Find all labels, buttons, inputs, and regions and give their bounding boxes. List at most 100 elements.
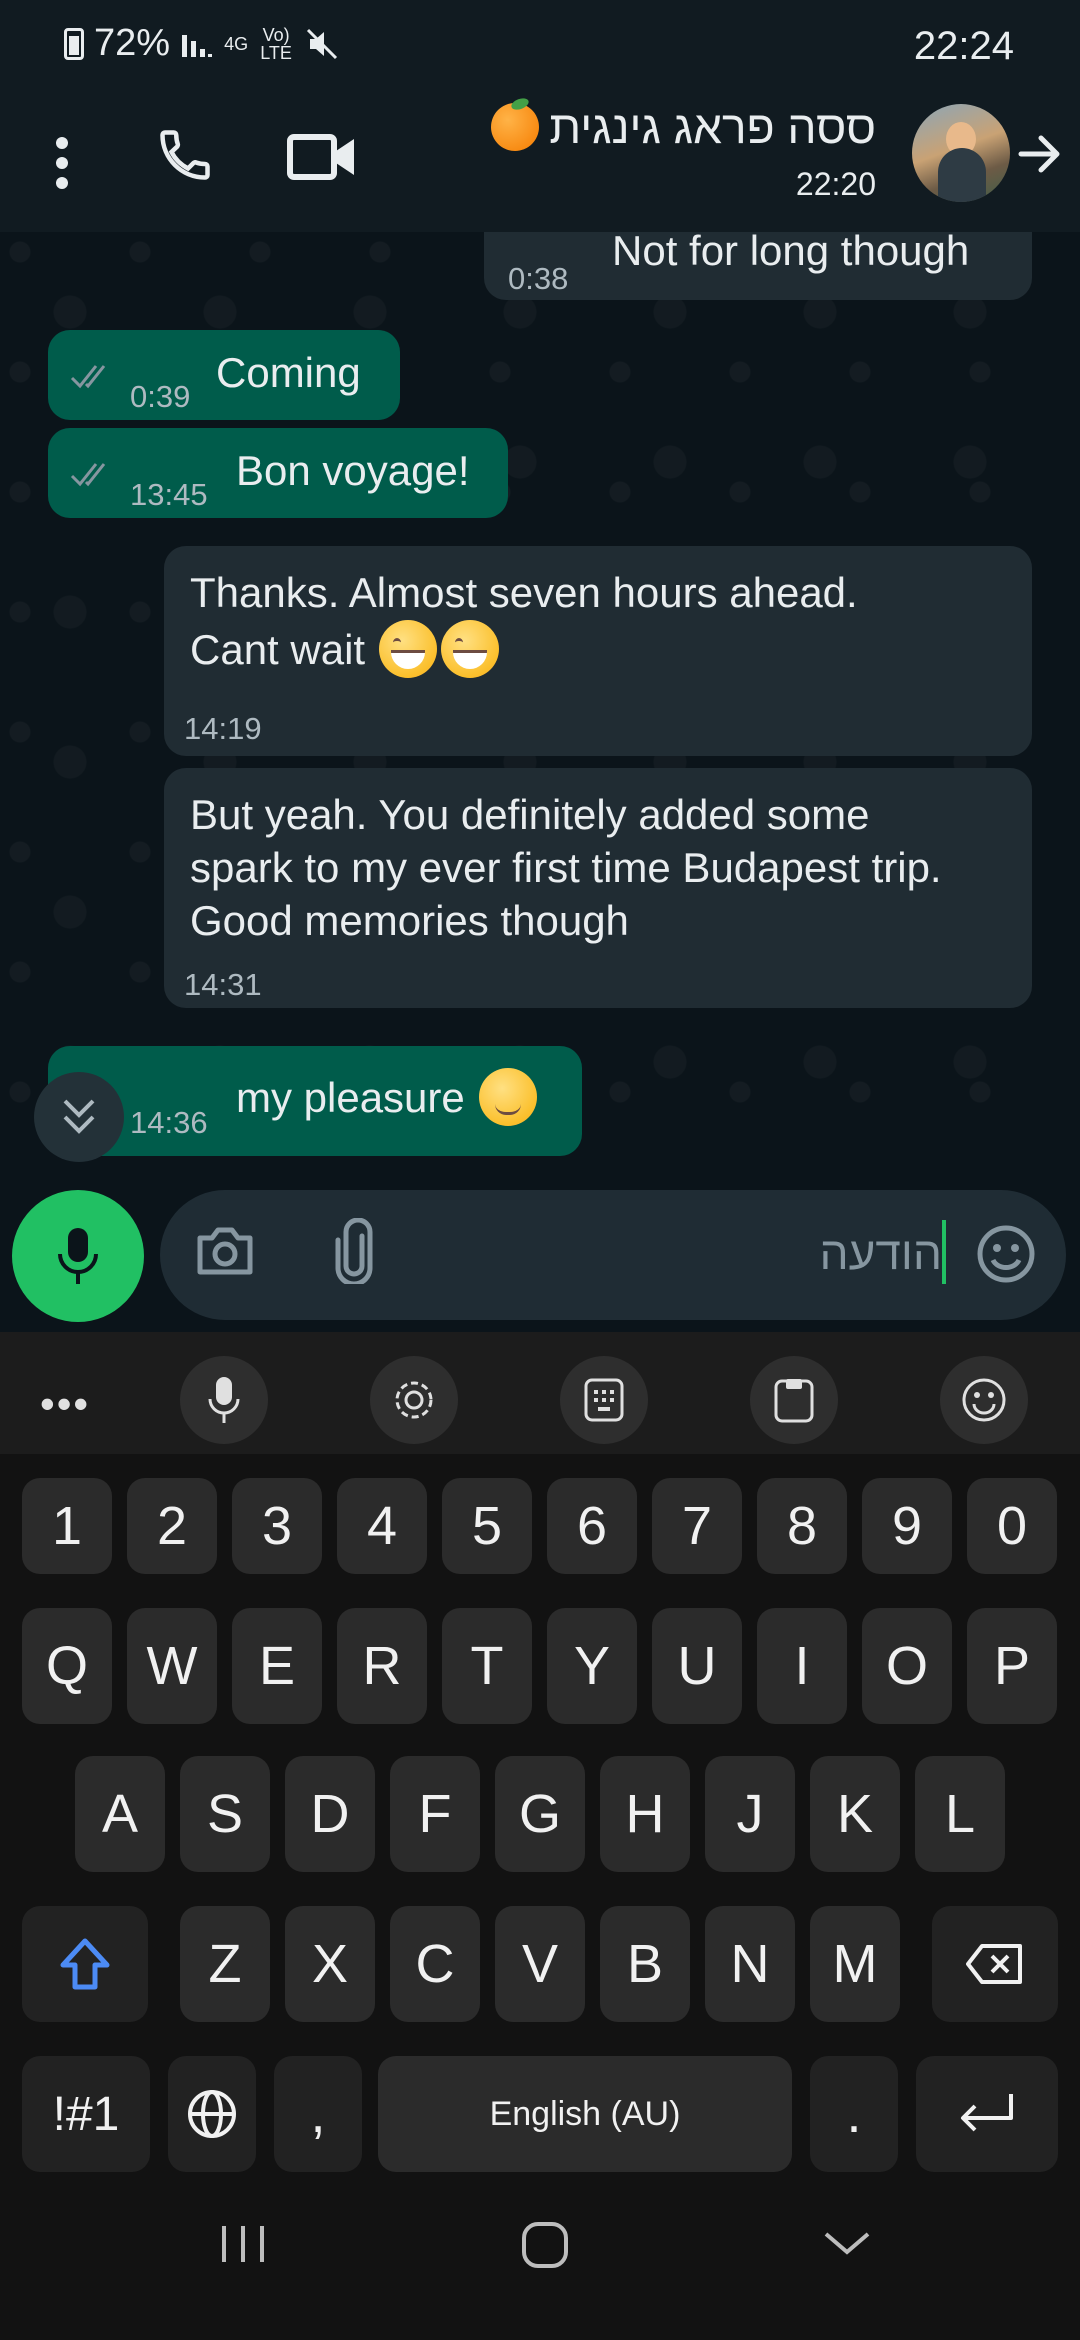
- keyboard-settings-button[interactable]: [370, 1356, 458, 1444]
- shift-arrow-icon: [60, 1938, 110, 1990]
- enter-arrow-icon: [961, 2094, 1013, 2132]
- keyboard-voice-input-button[interactable]: [180, 1356, 268, 1444]
- message-bubble-outgoing[interactable]: 0:39 Coming: [48, 330, 400, 420]
- key-r[interactable]: R: [337, 1608, 427, 1724]
- double-check-icon: [70, 463, 106, 487]
- backspace-icon: [966, 1944, 1022, 1984]
- message-time: 0:39: [130, 379, 191, 414]
- symbols-key[interactable]: !#1: [22, 2056, 150, 2172]
- key-b[interactable]: B: [600, 1906, 690, 2022]
- key-o[interactable]: O: [862, 1608, 952, 1724]
- message-text-line: spark to my ever first time Budapest tri…: [190, 844, 942, 891]
- emoji-icon[interactable]: [976, 1224, 1036, 1289]
- message-text: Bon voyage!: [236, 447, 470, 494]
- chat-area[interactable]: 0:38 Not for long though 0:39 Coming 13:…: [0, 232, 1080, 1190]
- chat-header: ססה פראג גינגית 22:20: [0, 96, 1080, 232]
- key-k[interactable]: K: [810, 1756, 900, 1872]
- key-x[interactable]: X: [285, 1906, 375, 2022]
- message-time: 14:19: [184, 711, 262, 746]
- back-chevron-icon[interactable]: [814, 2212, 880, 2281]
- battery-percent: 72%: [94, 22, 171, 64]
- key-j[interactable]: J: [705, 1756, 795, 1872]
- key-g[interactable]: G: [495, 1756, 585, 1872]
- clipboard-button[interactable]: [750, 1356, 838, 1444]
- message-bubble-incoming[interactable]: But yeah. You definitely added some spar…: [164, 768, 1032, 1008]
- message-text: my pleasure: [236, 1073, 465, 1121]
- voice-record-button[interactable]: [12, 1190, 144, 1322]
- camera-icon[interactable]: [194, 1224, 256, 1283]
- key-f[interactable]: F: [390, 1756, 480, 1872]
- message-time: 13:45: [130, 477, 208, 512]
- key-z[interactable]: Z: [180, 1906, 270, 2022]
- back-arrow-icon[interactable]: [1012, 124, 1068, 184]
- status-bar: 72% 4G Vo) LTE 22:24: [0, 0, 1080, 96]
- key-l[interactable]: L: [915, 1756, 1005, 1872]
- key-c[interactable]: C: [390, 1906, 480, 2022]
- status-left: 72% 4G Vo) LTE: [64, 22, 340, 65]
- key-q[interactable]: Q: [22, 1608, 112, 1724]
- key-y[interactable]: Y: [547, 1608, 637, 1724]
- key-e[interactable]: E: [232, 1608, 322, 1724]
- message-bubble-incoming[interactable]: Thanks. Almost seven hours ahead. Cant w…: [164, 546, 1032, 756]
- voice-call-icon[interactable]: [150, 120, 220, 190]
- key-u[interactable]: U: [652, 1608, 742, 1724]
- key-1[interactable]: 1: [22, 1478, 112, 1574]
- message-bubble-incoming[interactable]: 0:38 Not for long though: [484, 232, 1032, 300]
- key-2[interactable]: 2: [127, 1478, 217, 1574]
- key-d[interactable]: D: [285, 1756, 375, 1872]
- comma-key[interactable]: ,: [274, 2056, 362, 2172]
- backspace-key[interactable]: [932, 1906, 1058, 2022]
- keyboard-emoji-button[interactable]: [940, 1356, 1028, 1444]
- recents-icon[interactable]: [210, 2212, 276, 2281]
- key-4[interactable]: 4: [337, 1478, 427, 1574]
- key-w[interactable]: W: [127, 1608, 217, 1724]
- more-options-icon[interactable]: [40, 130, 84, 196]
- microphone-icon: [208, 1377, 240, 1423]
- key-m[interactable]: M: [810, 1906, 900, 2022]
- key-s[interactable]: S: [180, 1756, 270, 1872]
- period-key[interactable]: .: [810, 2056, 898, 2172]
- key-8[interactable]: 8: [757, 1478, 847, 1574]
- key-0[interactable]: 0: [967, 1478, 1057, 1574]
- emoji-icon: [962, 1378, 1006, 1422]
- avatar[interactable]: [912, 104, 1010, 202]
- message-bubble-outgoing[interactable]: 13:45 Bon voyage!: [48, 428, 508, 518]
- contact-name[interactable]: ססה פראג גינגית: [491, 100, 876, 154]
- message-time: 0:38: [508, 261, 569, 296]
- keyboard: 1 2 3 4 5 6 7 8 9 0 Q W E R T Y U I O P …: [0, 1454, 1080, 2172]
- keyboard-layout-button[interactable]: [560, 1356, 648, 1444]
- home-icon[interactable]: [512, 2212, 578, 2281]
- video-call-icon[interactable]: [284, 122, 360, 192]
- microphone-icon: [58, 1228, 98, 1284]
- key-7[interactable]: 7: [652, 1478, 742, 1574]
- key-h[interactable]: H: [600, 1756, 690, 1872]
- shift-key[interactable]: [22, 1906, 148, 2022]
- enter-key[interactable]: [916, 2056, 1058, 2172]
- message-time: 14:31: [184, 967, 262, 1002]
- key-p[interactable]: P: [967, 1608, 1057, 1724]
- status-time: 22:24: [913, 24, 1014, 68]
- message-input[interactable]: הודעה: [160, 1190, 1066, 1320]
- scroll-to-bottom-button[interactable]: [34, 1072, 124, 1162]
- attach-icon[interactable]: [334, 1217, 374, 1289]
- key-n[interactable]: N: [705, 1906, 795, 2022]
- network-type-label: 4G: [224, 33, 249, 54]
- key-5[interactable]: 5: [442, 1478, 532, 1574]
- key-6[interactable]: 6: [547, 1478, 637, 1574]
- key-t[interactable]: T: [442, 1608, 532, 1724]
- message-bubble-outgoing[interactable]: 14:36 my pleasure: [48, 1046, 582, 1156]
- volte-label: Vo) LTE: [260, 24, 292, 63]
- more-tools-icon[interactable]: •••: [40, 1380, 90, 1428]
- key-v[interactable]: V: [495, 1906, 585, 2022]
- keyboard-toolbar: •••: [0, 1332, 1080, 1454]
- message-text-line-with-emoji: Cant wait: [190, 620, 500, 678]
- space-key[interactable]: English (AU): [378, 2056, 792, 2172]
- key-9[interactable]: 9: [862, 1478, 952, 1574]
- key-a[interactable]: A: [75, 1756, 165, 1872]
- double-check-icon: [70, 365, 106, 389]
- language-key[interactable]: [168, 2056, 256, 2172]
- clipboard-icon: [774, 1379, 814, 1423]
- grinning-emoji-icon: [441, 620, 500, 678]
- key-i[interactable]: I: [757, 1608, 847, 1724]
- key-3[interactable]: 3: [232, 1478, 322, 1574]
